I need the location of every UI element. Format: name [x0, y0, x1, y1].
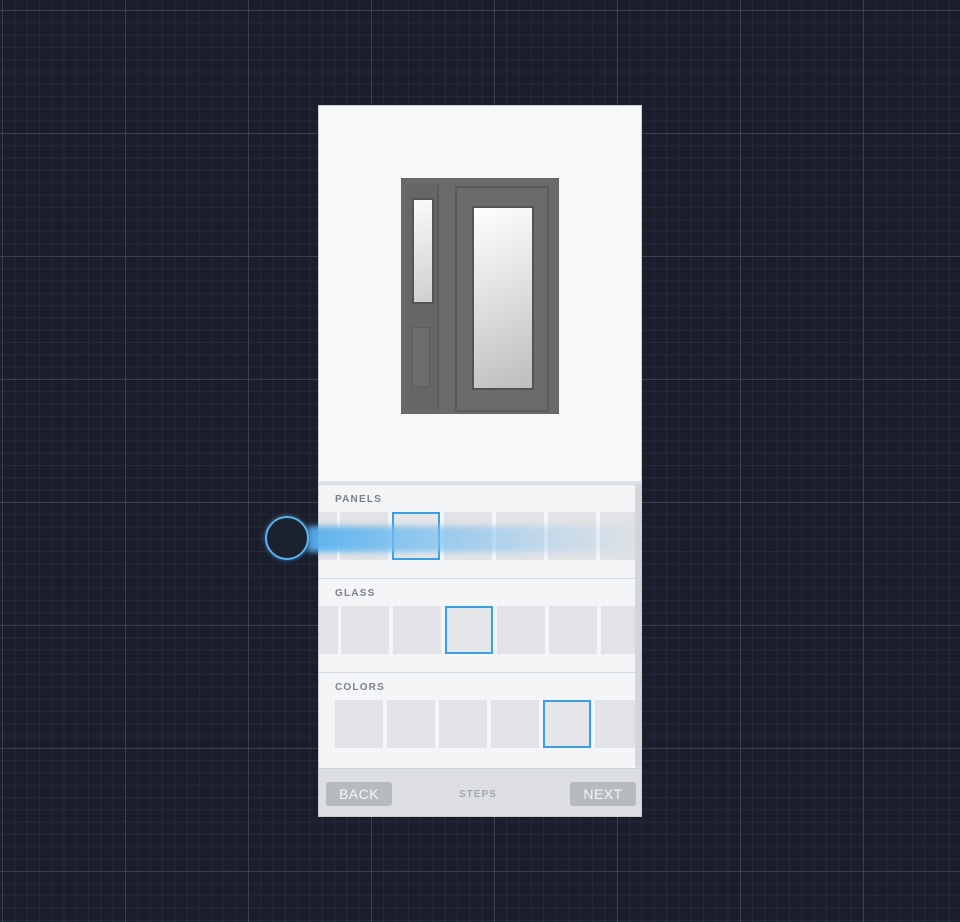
- door-image: [401, 178, 559, 414]
- panels-title: PANELS: [335, 494, 383, 505]
- glass-option[interactable]: [319, 606, 338, 654]
- glass-option[interactable]: [497, 606, 545, 654]
- glass-option[interactable]: [549, 606, 597, 654]
- glass-option-selected[interactable]: [445, 606, 493, 654]
- touch-pointer-icon: [265, 516, 309, 560]
- door-slab: [455, 186, 549, 412]
- color-option[interactable]: [491, 700, 539, 748]
- swipe-gesture-trail: [308, 526, 638, 552]
- next-button[interactable]: NEXT: [570, 782, 636, 806]
- configurator-panel: PANELS GLASS COLORS BACK STEPS NEXT: [318, 105, 642, 817]
- glass-option[interactable]: [341, 606, 389, 654]
- glass-option[interactable]: [393, 606, 441, 654]
- sidelite-glass: [412, 198, 434, 304]
- steps-label[interactable]: STEPS: [459, 789, 497, 800]
- back-button[interactable]: BACK: [326, 782, 392, 806]
- sidelite: [405, 184, 439, 409]
- glass-title: GLASS: [335, 588, 376, 599]
- door-glass: [472, 206, 534, 390]
- color-option[interactable]: [335, 700, 383, 748]
- color-option[interactable]: [439, 700, 487, 748]
- bottom-bar: BACK STEPS NEXT: [319, 768, 641, 816]
- sidelite-panel: [412, 327, 430, 387]
- colors-section: COLORS: [319, 672, 641, 768]
- glass-section: GLASS: [319, 578, 641, 672]
- colors-title: COLORS: [335, 682, 385, 693]
- color-option[interactable]: [387, 700, 435, 748]
- color-option-selected[interactable]: [543, 700, 591, 748]
- door-preview: [319, 106, 641, 481]
